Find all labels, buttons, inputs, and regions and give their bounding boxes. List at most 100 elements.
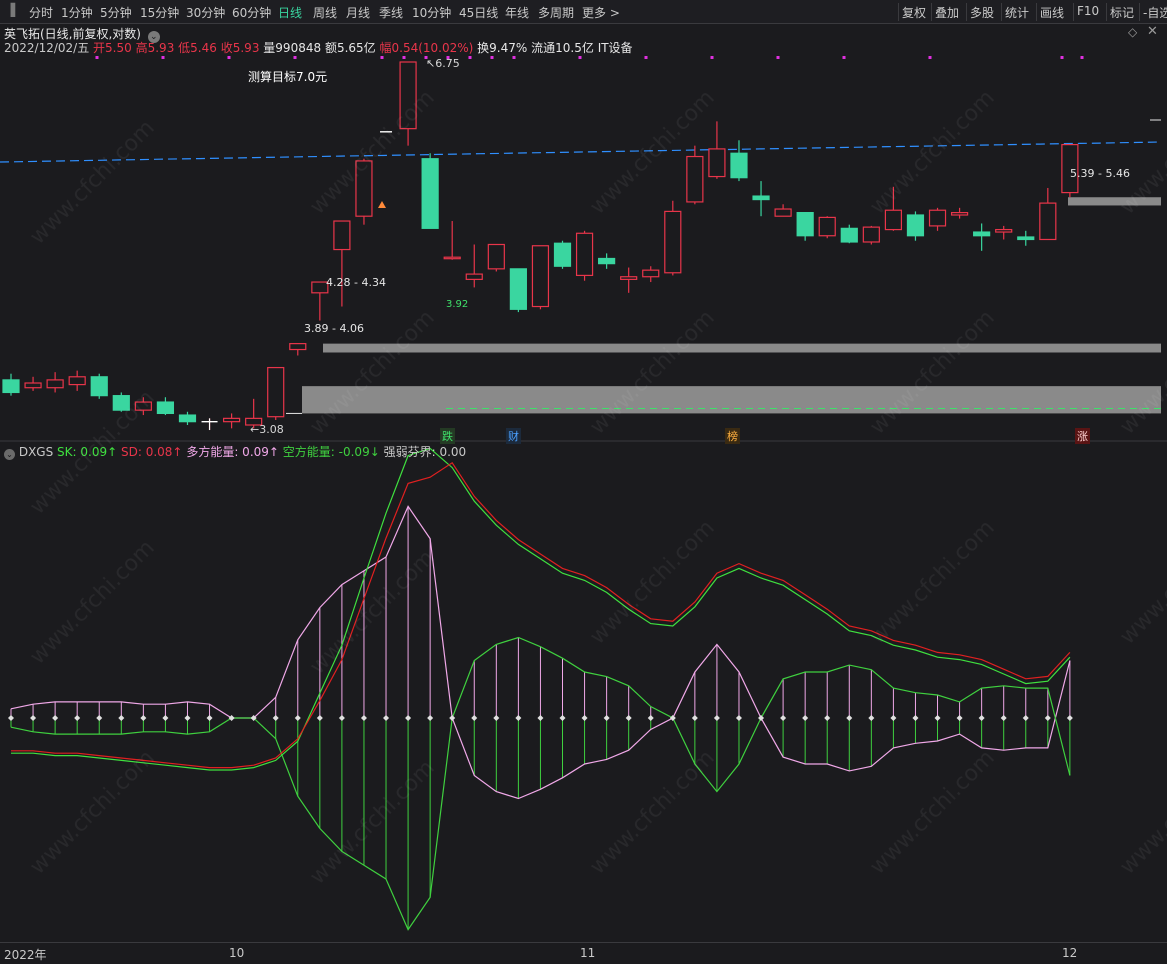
candle-body xyxy=(995,228,1013,233)
zero-line-marker xyxy=(493,715,500,721)
indicator-sk: SK: 0.09↑ xyxy=(57,445,118,459)
zero-line-marker xyxy=(96,715,103,721)
zero-line-marker xyxy=(934,715,941,721)
signal-dot xyxy=(380,56,384,59)
zero-line-marker xyxy=(294,715,301,721)
candle-body xyxy=(1039,202,1057,241)
zero-line-marker xyxy=(625,715,632,721)
zero-line-marker xyxy=(1022,715,1029,721)
zero-line-marker xyxy=(338,715,345,721)
indicator-bull: 多方能量: 0.09↑ xyxy=(186,445,279,459)
zero-line-marker xyxy=(802,715,809,721)
zone-lower-label: 3.89 - 4.06 xyxy=(304,322,364,335)
candle-body xyxy=(443,256,461,260)
candle-body xyxy=(46,379,64,389)
x-axis-month-10: 10 xyxy=(229,946,245,960)
candle-body xyxy=(156,401,175,415)
zero-line-marker xyxy=(228,715,235,721)
moving-average-line xyxy=(0,141,1161,163)
zero-line-marker xyxy=(427,715,434,721)
zero-line-marker xyxy=(30,715,37,721)
candlestick-chart[interactable] xyxy=(0,0,1167,964)
signal-dot xyxy=(227,56,231,59)
zero-line-marker xyxy=(383,715,390,721)
zero-line-marker xyxy=(515,715,522,721)
candle-body xyxy=(774,208,792,217)
candle-body xyxy=(730,152,748,179)
zero-line-marker xyxy=(206,715,213,721)
candle-body xyxy=(465,273,483,280)
zero-line-marker xyxy=(780,715,787,721)
candle-body xyxy=(289,343,307,351)
zero-line-marker xyxy=(890,715,897,721)
indicator-sd: SD: 0.08↑ xyxy=(121,445,183,459)
zero-line-marker xyxy=(537,715,544,721)
x-axis-month-12: 12 xyxy=(1062,946,1078,960)
zero-line-marker xyxy=(449,715,456,721)
zero-line-marker xyxy=(1000,715,1007,721)
zero-line-marker xyxy=(603,715,610,721)
zero-line-marker xyxy=(713,715,720,721)
zero-line-marker xyxy=(8,715,14,721)
zero-line-marker xyxy=(184,715,191,721)
candle-body xyxy=(531,245,550,308)
resistance-zone-right xyxy=(1068,197,1161,206)
candle-body xyxy=(553,242,572,267)
candle-body xyxy=(620,276,638,280)
candle-body xyxy=(399,61,417,130)
indicator-bear: 空方能量: -0.09↓ xyxy=(282,445,380,459)
support-zone-lower xyxy=(302,386,1161,414)
candle-body xyxy=(973,231,991,237)
candle-body xyxy=(90,376,108,397)
signal-dot xyxy=(644,56,648,59)
signal-dot xyxy=(928,56,932,59)
signal-dot xyxy=(710,56,714,59)
zero-line-marker xyxy=(1066,715,1073,721)
candle-body xyxy=(487,243,505,270)
candle-body xyxy=(664,210,682,274)
zone-right-label: 5.39 - 5.46 xyxy=(1070,167,1130,180)
zone-upper-label: 4.28 - 4.34 xyxy=(326,276,386,289)
event-marker-rise[interactable]: 涨 xyxy=(1075,428,1090,444)
zero-line-marker xyxy=(118,715,125,721)
indicator-line: 强弱芬界: 0.00 xyxy=(383,445,467,459)
zero-line-marker xyxy=(912,715,919,721)
zero-line-marker xyxy=(360,715,367,721)
zero-line-marker xyxy=(316,715,323,721)
event-marker-finance[interactable]: 财 xyxy=(506,428,521,444)
signal-dot xyxy=(512,56,516,59)
event-marker-fall[interactable]: 跌 xyxy=(440,428,455,444)
support-line-label: 3.92 xyxy=(446,299,469,310)
zero-line-marker xyxy=(1044,715,1051,721)
candle-body xyxy=(708,148,726,178)
candle-body xyxy=(796,212,814,237)
candle-body xyxy=(1017,236,1035,241)
zero-line-marker xyxy=(735,715,742,721)
signal-dot xyxy=(95,56,99,59)
candle-body xyxy=(68,376,86,386)
candle-body xyxy=(223,417,241,423)
candle-body xyxy=(928,209,947,227)
signal-triangle xyxy=(378,201,386,208)
zero-line-marker xyxy=(647,715,654,721)
high-price-label: ↖6.75 xyxy=(426,57,460,70)
candle-body xyxy=(333,220,351,251)
indicator-header: ⌄ DXGS SK: 0.09↑ SD: 0.08↑ 多方能量: 0.09↑ 空… xyxy=(4,443,466,460)
candle-body xyxy=(24,382,42,389)
indicator-settings-icon[interactable]: ⌄ xyxy=(4,449,15,460)
zero-line-marker xyxy=(74,715,81,721)
candle-body xyxy=(884,209,903,231)
resistance-zone-upper xyxy=(323,343,1161,353)
signal-dot xyxy=(490,56,494,59)
zero-line-marker xyxy=(272,715,279,721)
zero-line-marker xyxy=(691,715,698,721)
zero-line-marker xyxy=(824,715,831,721)
zero-line-marker xyxy=(956,715,963,721)
zero-line-marker xyxy=(140,715,147,721)
signal-dot xyxy=(776,56,780,59)
event-marker-billboard[interactable]: 榜 xyxy=(725,428,740,444)
indicator-name[interactable]: DXGS xyxy=(19,445,53,459)
zero-line-marker xyxy=(758,715,765,721)
zero-line-marker xyxy=(162,715,169,721)
signal-dot xyxy=(161,56,165,59)
